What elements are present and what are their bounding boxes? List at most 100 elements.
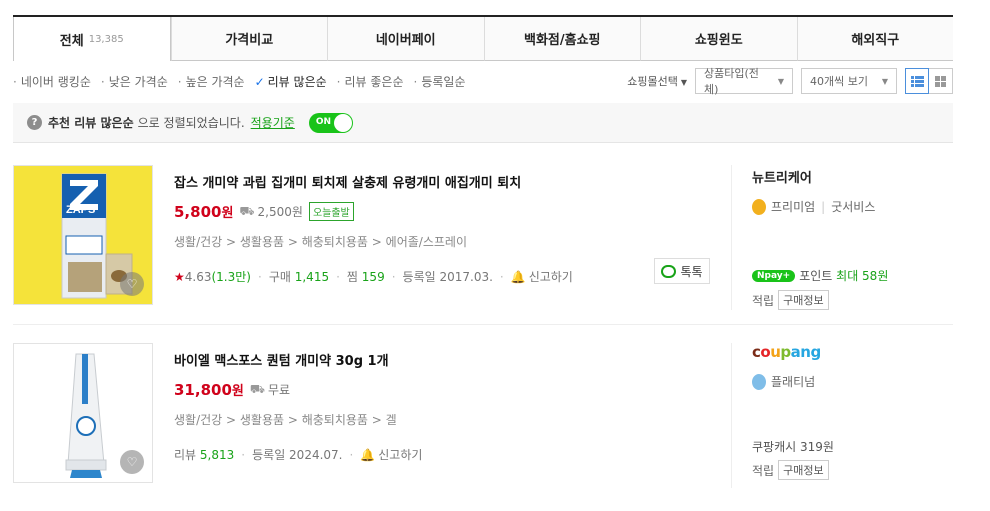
tab-label: 가격비교	[225, 33, 274, 48]
mall-select-label: 쇼핑몰선택	[627, 75, 678, 88]
sort-best-reviews[interactable]: · 리뷰 좋은순	[337, 73, 404, 90]
check-icon: ✓	[254, 75, 265, 89]
sort-naver-ranking[interactable]: · 네이버 랭킹순	[13, 73, 91, 90]
sort-label: 높은 가격순	[185, 75, 245, 89]
talktalk-button[interactable]: 톡톡	[654, 258, 710, 284]
seller-panel: coupang 플래티넘 쿠팡캐시 319원 적립 구매정보	[731, 343, 953, 488]
product-item: ZAPS ♡ 잡스 개미약 과립 집개미 퇴치제 살충제 유령개미 애집개미 퇴…	[13, 150, 953, 325]
wishlist-heart-icon[interactable]: ♡	[120, 272, 144, 296]
platinum-medal-icon	[752, 373, 766, 390]
purchase-count: 1,415	[294, 269, 330, 284]
review-label: 리뷰	[174, 448, 197, 462]
sort-options: · 네이버 랭킹순 · 낮은 가격순 · 높은 가격순 ✓ 리뷰 많은순 · 리뷰 좋은순…	[13, 73, 476, 90]
chat-bubble-icon	[661, 264, 677, 278]
logo-letter: u	[770, 343, 781, 361]
today-shipping-badge: 오늘출발	[308, 202, 354, 221]
select-value: 상품타입(전체)	[704, 67, 759, 96]
separator: ·	[241, 447, 246, 462]
logo-letter: o	[760, 343, 771, 361]
buy-info-button[interactable]: 구매정보	[778, 290, 829, 310]
logo-letter: p	[780, 343, 791, 361]
tab-overseas[interactable]: 해외직구	[796, 17, 953, 61]
truck-icon: ⛟	[239, 203, 255, 218]
product-title[interactable]: 바이엘 맥스포스 퀀텀 개미약 30g 1개	[174, 350, 422, 369]
seller-name[interactable]: 뉴트리케어	[752, 167, 953, 186]
product-meta: 리뷰 5,813 · 등록일 2024.07. · 🔔 신고하기	[174, 446, 422, 463]
tab-label: 해외직구	[851, 33, 900, 48]
buy-info: 적립 구매정보	[752, 460, 953, 480]
product-item: ♡ 바이엘 맥스포스 퀀텀 개미약 30g 1개 31,800원 ⛟ 무료 생활…	[13, 326, 953, 496]
zzim-count: 159	[361, 269, 385, 284]
sort-notice: ? 추천 리뷰 많은순 으로 정렬되었습니다. 적용기준 ON	[13, 103, 953, 143]
sort-high-price[interactable]: · 높은 가격순	[178, 73, 245, 90]
seller-grade: 프리미엄 | 굿서비스	[752, 198, 953, 215]
npay-logo-icon: Npay+	[752, 269, 796, 282]
caret-down-icon: ▼	[777, 76, 784, 86]
bullet-icon: ·	[13, 75, 17, 89]
report-link[interactable]: 신고하기	[529, 268, 573, 285]
rating-value: 4.63	[184, 269, 212, 284]
product-thumbnail[interactable]: ZAPS ♡	[13, 165, 153, 305]
mall-select[interactable]: 쇼핑몰선택 ▼	[627, 73, 687, 89]
tab-label: 네이버페이	[375, 33, 436, 48]
sort-reg-date[interactable]: · 등록일순	[414, 73, 466, 90]
bullet-icon: ·	[413, 75, 418, 89]
tab-department-homeshopping[interactable]: 백화점/홈쇼핑	[483, 17, 640, 61]
report-bell-icon: 🔔	[510, 269, 526, 284]
separator: ·	[349, 447, 354, 462]
separator: |	[821, 199, 826, 214]
criteria-link[interactable]: 적용기준	[251, 114, 295, 131]
tab-label: 백화점/홈쇼핑	[523, 33, 601, 48]
toggle-label: ON	[315, 116, 331, 127]
product-info: 바이엘 맥스포스 퀀텀 개미약 30g 1개 31,800원 ⛟ 무료 생활/건…	[174, 350, 422, 463]
caret-down-icon: ▼	[881, 76, 888, 86]
product-category[interactable]: 생활/건강 > 생활용품 > 해충퇴치용품 > 겔	[174, 411, 422, 428]
grade-label: 프리미엄	[771, 200, 816, 214]
product-category[interactable]: 생활/건강 > 생활용품 > 해충퇴치용품 > 에어졸/스프레이	[174, 233, 573, 250]
recommend-toggle[interactable]: ON	[308, 112, 353, 133]
logo-letter: a	[790, 343, 801, 361]
logo-letter: n	[800, 343, 811, 361]
rating-count[interactable]: (1.3만)	[211, 268, 251, 285]
point-label: 포인트	[799, 269, 833, 283]
product-meta: ★ 4.63 (1.3만) · 구매 1,415 · 찜 159 · 등록일 2…	[174, 268, 573, 285]
review-count[interactable]: 5,813	[200, 448, 234, 462]
bullet-icon: ·	[336, 75, 341, 89]
logo-letter: g	[810, 343, 821, 361]
sort-label: 리뷰 많은순	[267, 75, 327, 89]
tab-naver-pay[interactable]: 네이버페이	[327, 17, 484, 61]
buy-label: 적립	[752, 293, 775, 308]
report-link[interactable]: 신고하기	[378, 446, 422, 463]
sort-most-reviews[interactable]: ✓ 리뷰 많은순	[255, 73, 327, 90]
grid-view-button[interactable]	[929, 68, 953, 94]
shipping-fee: 2,500원	[257, 205, 303, 219]
coupang-logo[interactable]: coupang	[752, 343, 953, 361]
zzim-label: 찜	[346, 270, 358, 284]
point-value: 최대 58원	[836, 269, 889, 283]
notice-text: 으로 정렬되었습니다.	[137, 116, 245, 130]
tab-shopping-window[interactable]: 쇼핑윈도	[640, 17, 797, 61]
seller-panel: 뉴트리케어 프리미엄 | 굿서비스 Npay+ 포인트 최대 58원 적립 구매…	[731, 165, 953, 310]
wishlist-heart-icon[interactable]: ♡	[120, 450, 144, 474]
tab-all[interactable]: 전체 13,385	[13, 17, 171, 61]
seller-grade: 플래티넘	[752, 373, 953, 390]
search-results: 전체 13,385 가격비교 네이버페이 백화점/홈쇼핑 쇼핑윈도 해외직구 ·…	[13, 15, 953, 143]
npay-logo-text: pay	[764, 270, 783, 281]
talktalk-label: 톡톡	[680, 264, 703, 279]
buy-info-button[interactable]: 구매정보	[778, 460, 829, 480]
tab-price-compare[interactable]: 가격비교	[170, 17, 327, 61]
product-thumbnail[interactable]: ♡	[13, 343, 153, 483]
filter-tabs: 전체 13,385 가격비교 네이버페이 백화점/홈쇼핑 쇼핑윈도 해외직구	[13, 15, 953, 61]
product-title[interactable]: 잡스 개미약 과립 집개미 퇴치제 살충제 유령개미 애집개미 퇴치	[174, 172, 573, 191]
sort-low-price[interactable]: · 낮은 가격순	[101, 73, 168, 90]
shipping-fee: 무료	[267, 383, 291, 397]
list-view-button[interactable]	[905, 68, 929, 94]
select-value: 40개씩 보기	[810, 75, 868, 88]
tab-label: 쇼핑윈도	[694, 33, 743, 48]
sort-bar: · 네이버 랭킹순 · 낮은 가격순 · 높은 가격순 ✓ 리뷰 많은순 · 리뷰 좋은순…	[13, 61, 953, 103]
per-page-select[interactable]: 40개씩 보기 ▼	[801, 68, 897, 94]
notice-bold: 추천 리뷰 많은순	[48, 116, 134, 130]
premium-medal-icon	[752, 198, 766, 215]
separator: ·	[499, 269, 504, 284]
product-type-select[interactable]: 상품타입(전체) ▼	[695, 67, 793, 96]
